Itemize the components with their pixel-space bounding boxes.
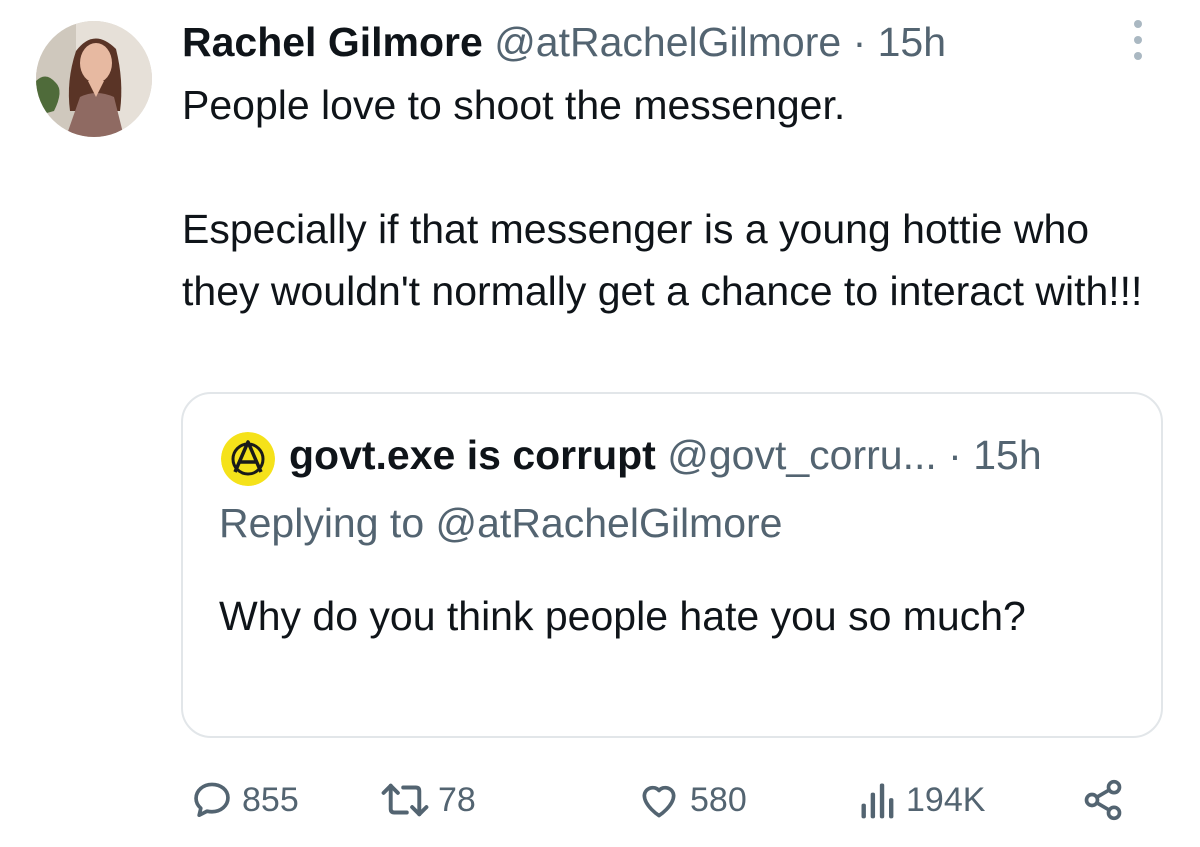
- views-button[interactable]: 194K: [858, 770, 985, 830]
- speech-bubble-icon: [194, 782, 230, 818]
- anarchy-symbol-icon: [221, 432, 275, 486]
- repost-arrows-icon: [381, 783, 429, 817]
- reply-count: 855: [242, 780, 299, 819]
- avatar-image: [36, 21, 152, 137]
- share-button[interactable]: [1080, 770, 1126, 830]
- tweet-text: People love to shoot the messenger. Espe…: [182, 74, 1172, 322]
- timestamp[interactable]: 15h: [878, 19, 946, 65]
- quote-display-name[interactable]: govt.exe is corrupt: [289, 432, 656, 478]
- more-vertical-icon[interactable]: [1128, 18, 1148, 62]
- view-count: 194K: [906, 780, 986, 819]
- quote-header: govt.exe is corrupt @govt_corru... · 15h: [289, 430, 1042, 480]
- like-button[interactable]: 580: [636, 770, 747, 830]
- like-count: 580: [690, 780, 747, 819]
- quote-separator-dot: ·: [948, 432, 962, 478]
- bar-chart-icon: [861, 783, 894, 819]
- heart-icon: [642, 785, 676, 818]
- quote-avatar: [221, 432, 275, 486]
- avatar[interactable]: [36, 21, 152, 137]
- replying-to[interactable]: Replying to @atRachelGilmore: [219, 498, 782, 548]
- action-bar: 855 78 580 194K: [0, 770, 1200, 830]
- repost-button[interactable]: 78: [380, 770, 476, 830]
- tweet-text-line1: People love to shoot the messenger.: [182, 82, 846, 128]
- quote-timestamp[interactable]: 15h: [973, 432, 1041, 478]
- tweet-header: Rachel Gilmore @atRachelGilmore · 15h: [182, 18, 946, 66]
- separator-dot: ·: [852, 19, 867, 65]
- quote-user-handle[interactable]: @govt_corru...: [667, 432, 937, 478]
- share-nodes-icon: [1084, 779, 1122, 821]
- quoted-tweet-card[interactable]: govt.exe is corrupt @govt_corru... · 15h…: [181, 392, 1163, 738]
- tweet-text-para2: Especially if that messenger is a young …: [182, 206, 1143, 314]
- user-handle[interactable]: @atRachelGilmore: [494, 19, 841, 65]
- quote-text: Why do you think people hate you so much…: [219, 593, 1026, 639]
- reply-button[interactable]: 855: [190, 770, 299, 830]
- display-name[interactable]: Rachel Gilmore: [182, 19, 483, 65]
- repost-count: 78: [438, 780, 476, 819]
